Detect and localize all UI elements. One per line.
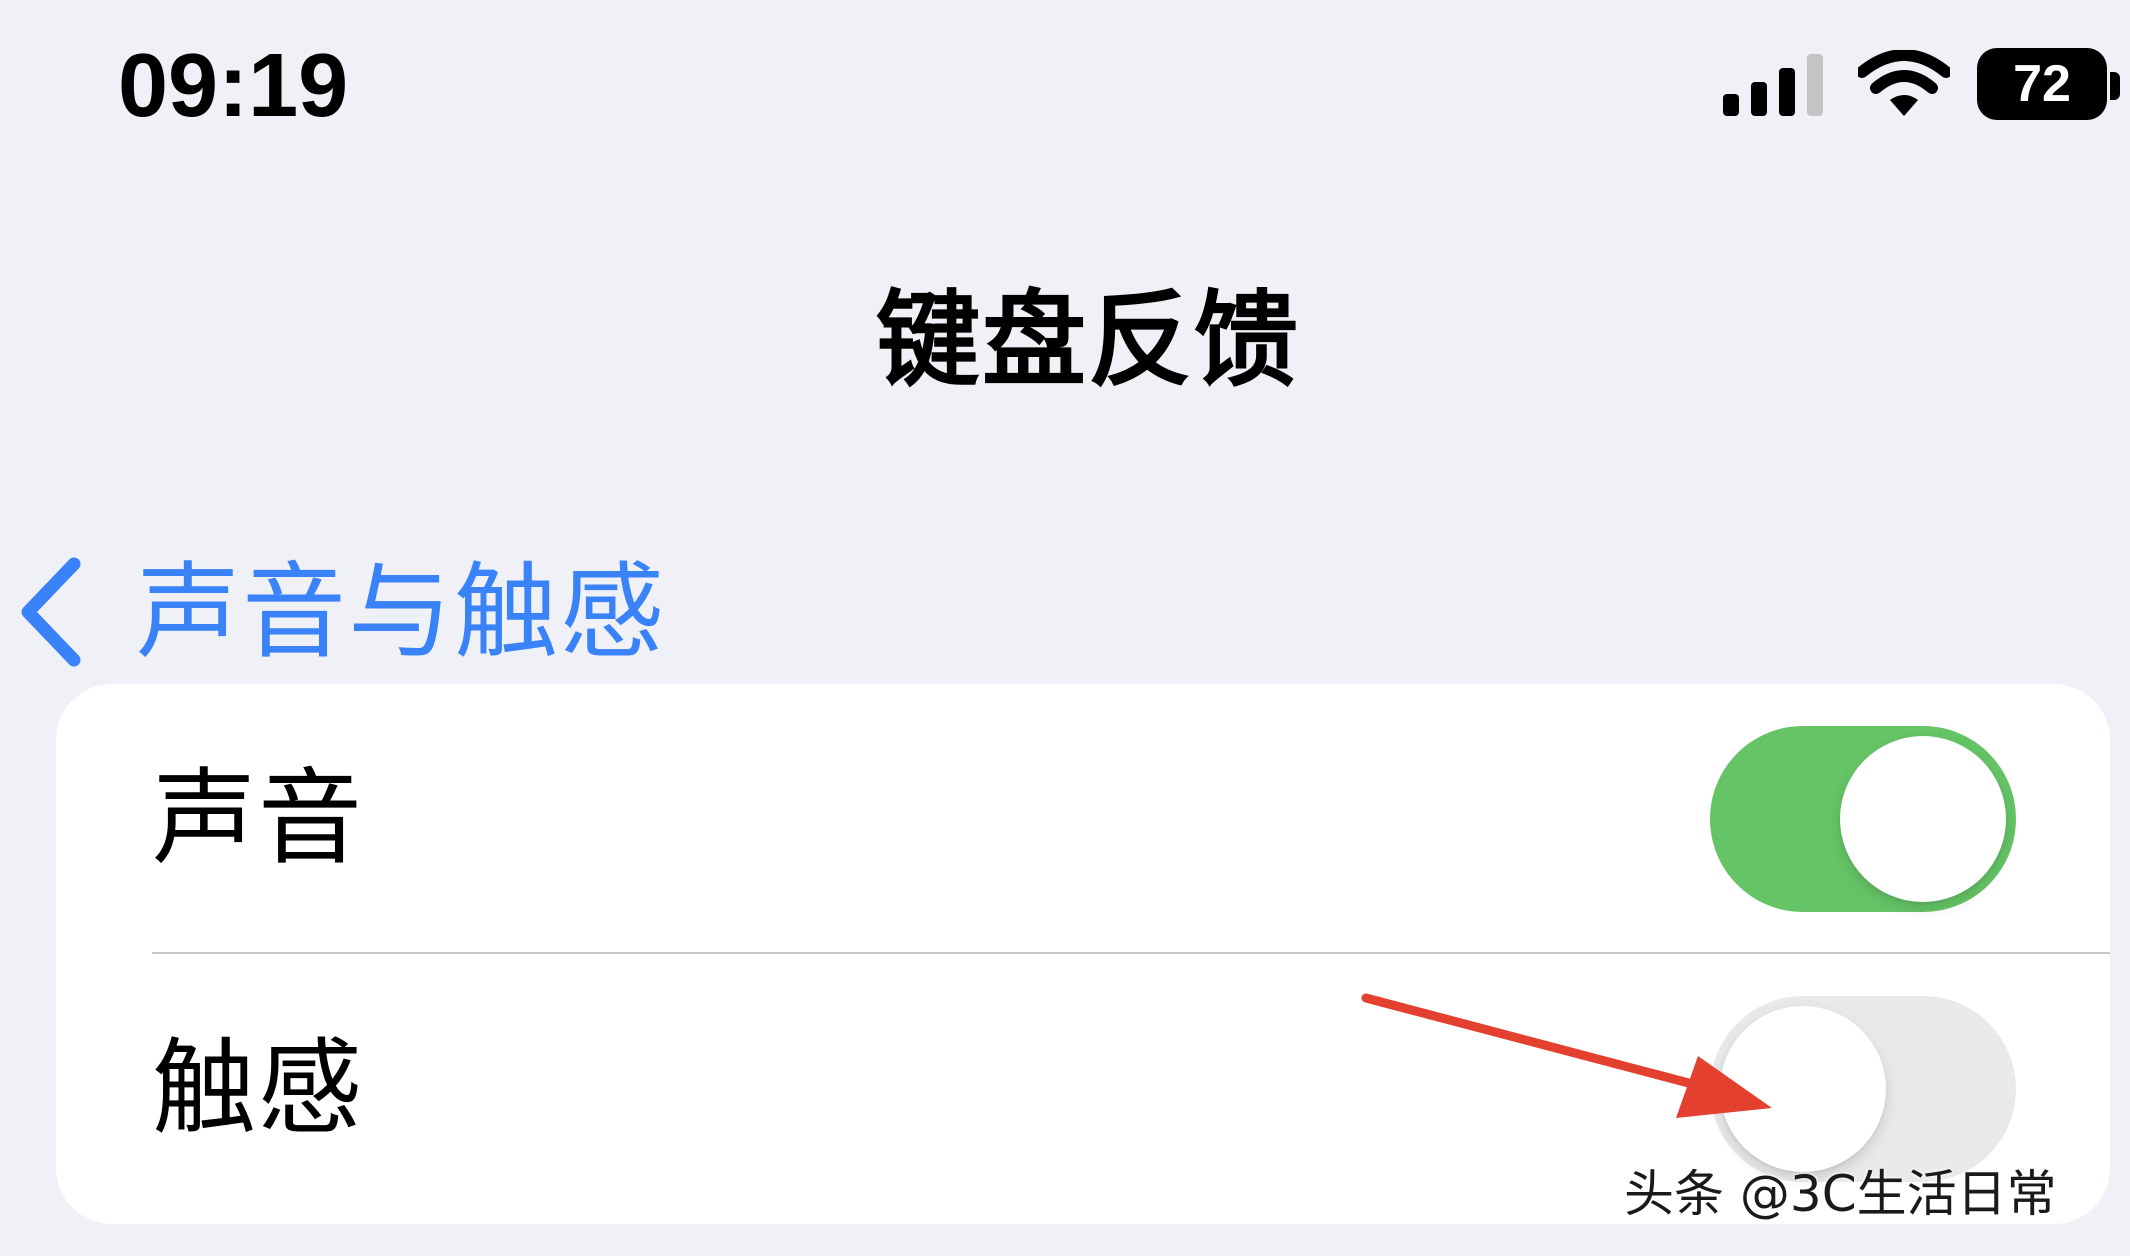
annotation-arrow-icon — [1361, 993, 1772, 1118]
setting-label-sound: 声音 — [152, 757, 365, 879]
settings-group: 声音 触感 — [56, 684, 2110, 1224]
sound-toggle[interactable] — [1710, 726, 2016, 912]
page-title: 键盘反馈 — [876, 279, 1301, 401]
battery-level: 72 — [2013, 55, 2071, 113]
setting-label-haptics: 触感 — [152, 1027, 365, 1149]
battery-icon: 72 — [1977, 48, 2107, 120]
back-button-label: 声音与触感 — [136, 551, 667, 673]
setting-row-sound: 声音 — [56, 684, 2110, 954]
status-time: 09:19 — [118, 36, 349, 136]
wifi-icon — [1858, 50, 1950, 116]
watermark: 头条 @3C生活日常 — [1624, 1165, 2057, 1223]
toggle-knob — [1840, 736, 2006, 902]
battery-cap — [2110, 72, 2120, 100]
cellular-signal-icon — [1723, 54, 1823, 116]
chevron-left-icon — [21, 557, 81, 667]
back-button[interactable]: 声音与触感 — [0, 270, 664, 672]
